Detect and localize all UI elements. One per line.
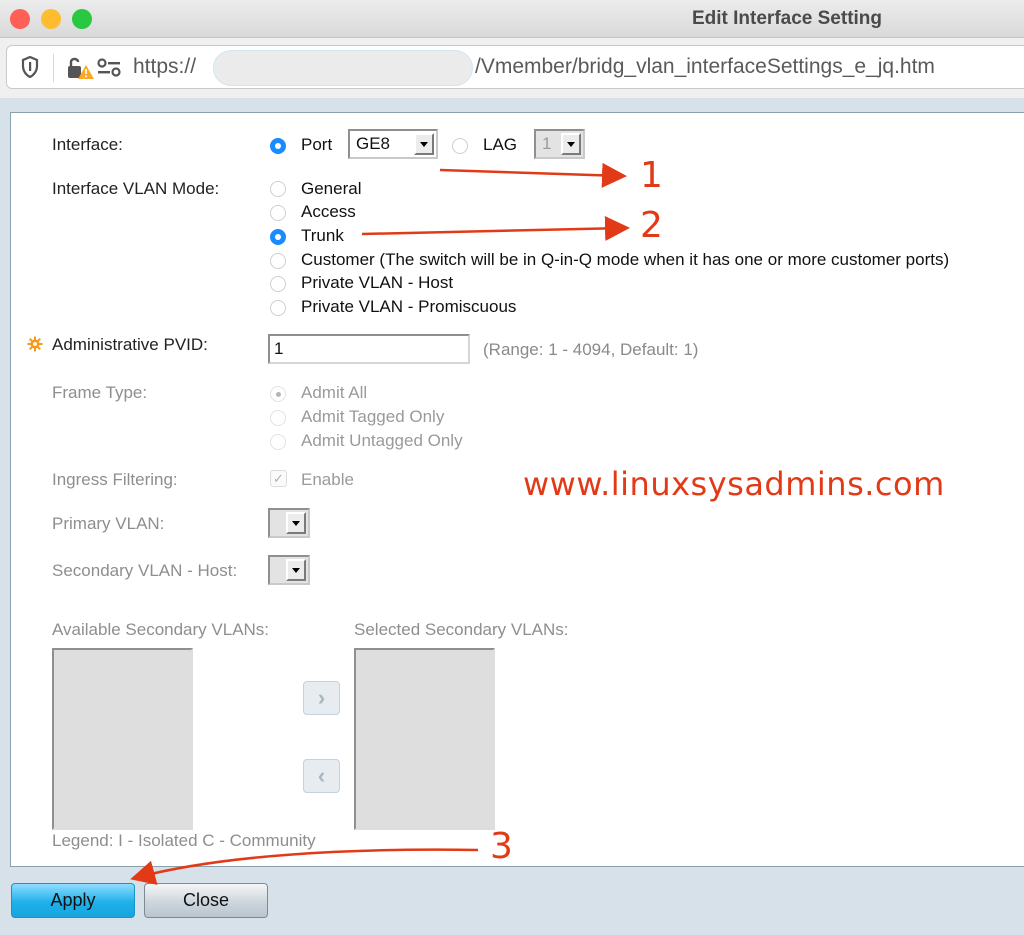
frame-type-tagged-radio[interactable]	[270, 410, 286, 426]
url-area: https:// /Vmember/bridg_vlan_interfaceSe…	[0, 38, 1024, 98]
port-label: Port	[301, 135, 333, 154]
vlan-mode-general-radio[interactable]	[270, 181, 286, 197]
vlan-mode-label: Interface VLAN Mode:	[52, 179, 220, 198]
url-path: /Vmember/bridg_vlan_interfaceSettings_e_…	[475, 55, 935, 78]
vlan-mode-pvlan-host-radio[interactable]	[270, 276, 286, 292]
vlan-mode-pvlan-promiscuous-label: Private VLAN - Promiscuous	[301, 297, 517, 316]
frame-type-admit-all-radio[interactable]	[270, 386, 286, 402]
frame-type-admit-all-label: Admit All	[301, 383, 368, 402]
vlan-mode-trunk-radio[interactable]	[270, 229, 286, 245]
primary-vlan-label: Primary VLAN:	[52, 514, 165, 533]
annotation-marker-1: 1	[640, 155, 663, 196]
port-radio[interactable]	[270, 138, 286, 154]
annotation-marker-2: 2	[640, 205, 663, 246]
secondary-vlan-host-label: Secondary VLAN - Host:	[52, 561, 238, 580]
chevron-right-icon: ›	[317, 685, 326, 710]
pvid-label: Administrative PVID:	[52, 335, 208, 354]
frame-type-untagged-radio[interactable]	[270, 434, 286, 450]
ingress-filtering-label: Ingress Filtering:	[52, 470, 178, 489]
close-button[interactable]: Close	[144, 883, 268, 918]
lock-warning-icon[interactable]	[67, 55, 95, 81]
lag-radio[interactable]	[452, 138, 468, 154]
shield-icon[interactable]	[21, 56, 39, 78]
window-title: Edit Interface Setting	[691, 8, 883, 29]
pvid-input[interactable]	[268, 334, 470, 364]
available-secondary-vlans-label: Available Secondary VLANs:	[52, 620, 270, 639]
frame-type-label: Frame Type:	[52, 383, 148, 402]
gear-required-icon	[27, 336, 43, 352]
move-left-button[interactable]: ‹	[303, 759, 340, 793]
legend-text: Legend: I - Isolated C - Community	[52, 831, 316, 850]
selected-secondary-vlans-label: Selected Secondary VLANs:	[354, 620, 569, 639]
url-separator	[53, 54, 54, 82]
vlan-mode-trunk-label: Trunk	[301, 226, 344, 245]
vlan-mode-customer-radio[interactable]	[270, 253, 286, 269]
vlan-mode-pvlan-promiscuous-radio[interactable]	[270, 300, 286, 316]
apply-button[interactable]: Apply	[11, 883, 135, 918]
port-select[interactable]: GE8	[348, 129, 438, 159]
lag-select[interactable]: 1	[534, 129, 585, 159]
frame-type-tagged-label: Admit Tagged Only	[301, 407, 445, 426]
chevron-down-icon[interactable]	[561, 133, 581, 155]
lag-label: LAG	[483, 135, 518, 154]
interface-label: Interface:	[52, 135, 123, 154]
annotation-marker-3: 3	[490, 826, 513, 867]
lag-select-value: 1	[542, 134, 552, 153]
secondary-vlan-host-select[interactable]	[268, 555, 310, 585]
move-right-button[interactable]: ›	[303, 681, 340, 715]
available-secondary-vlans-list[interactable]	[52, 648, 193, 830]
ingress-filtering-enable-label: Enable	[301, 470, 354, 489]
frame-type-untagged-label: Admit Untagged Only	[301, 431, 463, 450]
chevron-left-icon: ‹	[317, 763, 326, 788]
vlan-mode-access-radio[interactable]	[270, 205, 286, 221]
primary-vlan-select[interactable]	[268, 508, 310, 538]
vlan-mode-pvlan-host-label: Private VLAN - Host	[301, 273, 454, 292]
address-bar[interactable]: https:// /Vmember/bridg_vlan_interfaceSe…	[6, 45, 1024, 89]
permissions-icon[interactable]	[97, 58, 121, 78]
window-titlebar: Edit Interface Setting	[0, 0, 1024, 38]
url-prefix: https://	[133, 55, 197, 78]
ingress-filtering-checkbox[interactable]: ✓	[270, 470, 287, 487]
chevron-down-icon[interactable]	[414, 133, 434, 155]
chevron-down-icon[interactable]	[286, 512, 306, 534]
chevron-down-icon[interactable]	[286, 559, 306, 581]
vlan-mode-general-label: General	[301, 179, 362, 198]
watermark-text: www.linuxsysadmins.com	[523, 465, 945, 503]
vlan-mode-access-label: Access	[301, 202, 356, 221]
vlan-mode-customer-label: Customer (The switch will be in Q-in-Q m…	[301, 250, 950, 269]
selected-secondary-vlans-list[interactable]	[354, 648, 495, 830]
url-redacted-host	[213, 50, 473, 86]
pvid-range-hint: (Range: 1 - 4094, Default: 1)	[483, 340, 699, 359]
port-select-value: GE8	[356, 134, 391, 153]
